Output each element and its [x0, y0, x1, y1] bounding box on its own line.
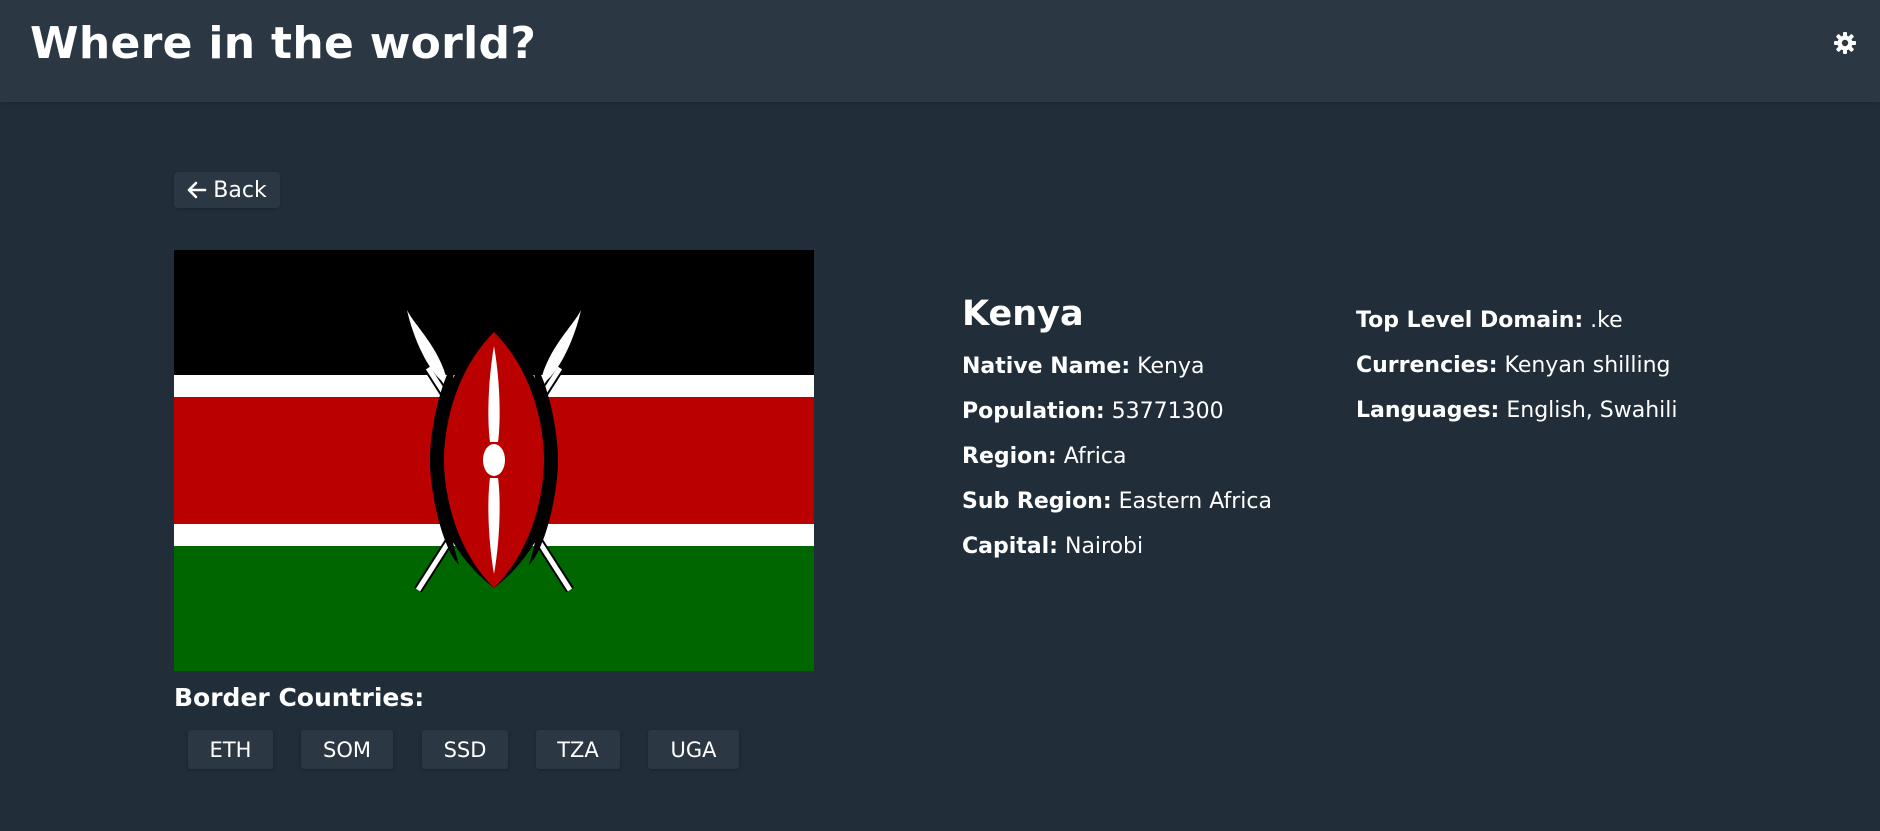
- top-level-domain-label: Top Level Domain:: [1356, 308, 1584, 333]
- kenya-flag: [174, 250, 814, 671]
- sub-region-label: Sub Region:: [962, 489, 1112, 514]
- border-country-som[interactable]: SOM: [301, 730, 393, 769]
- capital-value: Nairobi: [1064, 534, 1144, 559]
- currencies-row: Currencies: Kenyan shilling: [1356, 351, 1671, 381]
- top-level-domain-value: .ke: [1590, 308, 1623, 333]
- region-label: Region:: [962, 444, 1057, 469]
- border-country-tza[interactable]: TZA: [536, 730, 620, 769]
- border-country-uga[interactable]: UGA: [648, 730, 739, 769]
- capital-row: Capital: Nairobi: [962, 532, 1143, 562]
- back-button-label: Back: [213, 177, 267, 203]
- currencies-value: Kenyan shilling: [1504, 353, 1671, 378]
- capital-label: Capital:: [962, 534, 1058, 559]
- native-name-value: Kenya: [1137, 354, 1205, 379]
- theme-toggle-button[interactable]: [1830, 28, 1860, 58]
- languages-row: Languages: English, Swahili: [1356, 396, 1678, 426]
- population-label: Population:: [962, 399, 1105, 424]
- native-name-label: Native Name:: [962, 354, 1131, 379]
- region-value: Africa: [1063, 444, 1127, 469]
- back-button[interactable]: Back: [174, 172, 280, 208]
- country-name: Kenya: [962, 294, 1084, 334]
- currencies-label: Currencies:: [1356, 353, 1498, 378]
- sub-region-row: Sub Region: Eastern Africa: [962, 487, 1272, 517]
- gear-icon: [1834, 32, 1856, 54]
- region-row: Region: Africa: [962, 442, 1126, 472]
- border-countries-title: Border Countries:: [174, 683, 425, 712]
- languages-label: Languages:: [1356, 398, 1500, 423]
- border-country-eth[interactable]: ETH: [188, 730, 273, 769]
- border-country-ssd[interactable]: SSD: [422, 730, 508, 769]
- arrow-left-icon: [187, 181, 207, 199]
- population-value: 53771300: [1111, 399, 1224, 424]
- sub-region-value: Eastern Africa: [1118, 489, 1272, 514]
- native-name-row: Native Name: Kenya: [962, 352, 1204, 382]
- app-header: Where in the world?: [0, 0, 1880, 102]
- languages-value: English, Swahili: [1506, 398, 1678, 423]
- population-row: Population: 53771300: [962, 397, 1224, 427]
- top-level-domain-row: Top Level Domain: .ke: [1356, 306, 1623, 336]
- app-title: Where in the world?: [30, 18, 537, 69]
